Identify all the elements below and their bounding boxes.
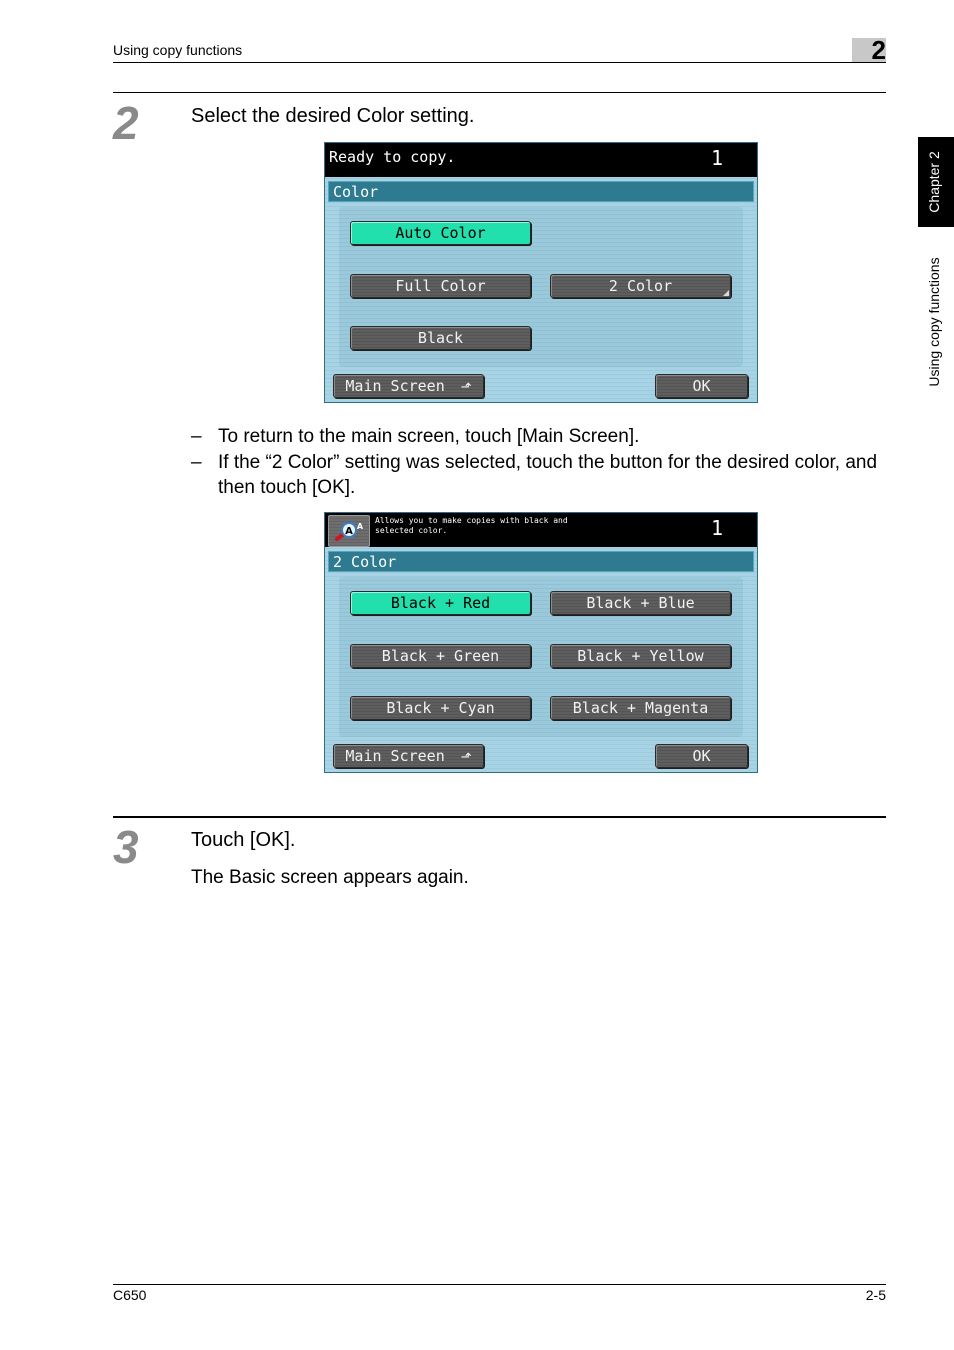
main-screen-button-label: Main Screen bbox=[345, 747, 445, 765]
step-2-instruction: Select the desired Color setting. bbox=[191, 105, 475, 127]
submenu-corner-icon bbox=[723, 290, 729, 296]
footer-rule bbox=[113, 1284, 886, 1285]
black-red-button[interactable]: Black + Red bbox=[350, 591, 531, 615]
copy-count: 1 bbox=[711, 516, 724, 540]
two-color-button[interactable]: 2 Color bbox=[550, 274, 731, 298]
help-magnifier-icon: A A bbox=[335, 522, 364, 541]
footer-model: C650 bbox=[113, 1287, 147, 1303]
footer-page-number: 2-5 bbox=[865, 1287, 886, 1303]
black-cyan-button[interactable]: Black + Cyan bbox=[350, 696, 531, 720]
ok-button[interactable]: OK bbox=[655, 744, 748, 768]
step-3-result: The Basic screen appears again. bbox=[191, 867, 469, 888]
side-tab-chapter-label: Chapter 2 bbox=[926, 151, 942, 213]
copier-screen-two-color: A A Allows you to make copies with black… bbox=[324, 512, 758, 773]
help-button[interactable]: A A bbox=[328, 515, 370, 547]
header-rule bbox=[113, 62, 886, 63]
section-title-bar: Color bbox=[328, 181, 754, 202]
note-text: To return to the main screen, touch [Mai… bbox=[218, 426, 640, 447]
chapter-number: 2 bbox=[871, 35, 886, 65]
black-green-button[interactable]: Black + Green bbox=[350, 644, 531, 668]
ok-button[interactable]: OK bbox=[655, 374, 748, 398]
copier-screen-color: Ready to copy. 1 Color Auto Color Full C… bbox=[324, 142, 758, 403]
running-header-title: Using copy functions bbox=[113, 42, 243, 58]
step-2-number: 2 bbox=[113, 97, 139, 149]
main-screen-button-label: Main Screen bbox=[345, 377, 445, 395]
main-screen-button[interactable]: Main Screen ⬏ bbox=[333, 374, 484, 398]
status-bar: A A Allows you to make copies with black… bbox=[325, 513, 757, 547]
note-item: – To return to the main screen, touch [M… bbox=[191, 424, 881, 450]
step-2-notes: – To return to the main screen, touch [M… bbox=[191, 424, 881, 501]
auto-color-button[interactable]: Auto Color bbox=[350, 221, 531, 245]
step-3-number: 3 bbox=[113, 821, 139, 873]
return-arrow-icon: ⬏ bbox=[460, 750, 472, 765]
black-magenta-button[interactable]: Black + Magenta bbox=[550, 696, 731, 720]
main-screen-button[interactable]: Main Screen ⬏ bbox=[333, 744, 484, 768]
status-message: Ready to copy. bbox=[329, 148, 456, 166]
step-3-instruction: Touch [OK]. bbox=[191, 829, 296, 851]
note-item: – If the “2 Color” setting was selected,… bbox=[191, 450, 881, 501]
help-message: Allows you to make copies with black and… bbox=[375, 516, 568, 535]
black-yellow-button[interactable]: Black + Yellow bbox=[550, 644, 731, 668]
two-color-button-label: 2 Color bbox=[608, 277, 673, 295]
svg-text:A: A bbox=[357, 522, 364, 531]
svg-text:A: A bbox=[345, 526, 353, 537]
status-bar: Ready to copy. 1 bbox=[325, 143, 757, 177]
black-button[interactable]: Black bbox=[350, 326, 531, 350]
step-3-rule bbox=[113, 816, 886, 818]
full-color-button[interactable]: Full Color bbox=[350, 274, 531, 298]
step-2-rule bbox=[113, 92, 886, 93]
section-title-bar: 2 Color bbox=[328, 551, 754, 572]
return-arrow-icon: ⬏ bbox=[460, 380, 472, 395]
black-blue-button[interactable]: Black + Blue bbox=[550, 591, 731, 615]
note-text: If the “2 Color” setting was selected, t… bbox=[218, 451, 878, 499]
side-tab-section-label: Using copy functions bbox=[926, 257, 942, 387]
copy-count: 1 bbox=[711, 146, 724, 170]
